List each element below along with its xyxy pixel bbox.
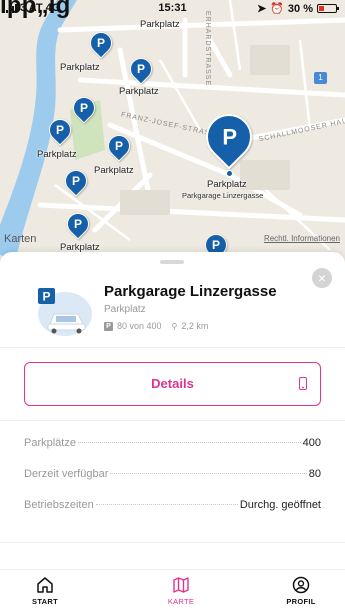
info-row-available: Derzeit verfügbar 80 [24, 468, 321, 482]
parking-garage-thumbnail: P [38, 288, 92, 336]
battery-percent: 30 % [287, 2, 313, 15]
phone-icon [299, 377, 307, 390]
marker-label: Parkplatz [37, 149, 77, 160]
divider [0, 542, 345, 543]
street-label: ERHARDSTRASSE [204, 10, 212, 87]
marker-label: Parkplatz [60, 62, 100, 73]
location-arrow-icon: ➤ [257, 3, 267, 15]
divider [0, 420, 345, 421]
info-value: 400 [302, 437, 321, 449]
tab-bar: START KARTE PROFIL [0, 569, 345, 616]
info-value: 80 [308, 468, 321, 480]
svg-text:P: P [42, 290, 50, 304]
tab-label: START [32, 597, 58, 606]
parking-spaces-icon: P [104, 321, 113, 331]
info-key: Parkplätze [24, 437, 76, 449]
selected-marker-label: Parkplatz [207, 179, 247, 190]
selected-location-dot [226, 170, 233, 177]
info-row-parking-spaces: Parkplätze 400 [24, 437, 321, 451]
road-number-sign: 1 [314, 72, 327, 84]
info-key: Betriebszeiten [24, 499, 94, 511]
parking-type: Parkplatz [104, 304, 146, 315]
sheet-handle[interactable] [160, 260, 184, 264]
details-button[interactable]: Details [24, 362, 321, 406]
parking-meta: P 80 von 400 ⚲ 2,2 km [104, 321, 208, 331]
info-row-opening-hours: Betriebszeiten Durchg. geöffnet [24, 499, 321, 513]
close-icon[interactable]: × [312, 268, 332, 288]
profile-icon [292, 576, 310, 594]
capacity-text: 80 von 400 [117, 321, 162, 331]
map-brand: Karten [4, 233, 37, 245]
location-pin-icon: ⚲ [171, 321, 178, 331]
distance-text: 2,2 km [181, 321, 209, 331]
alarm-icon: ⏰ [270, 3, 284, 15]
tab-label: KARTE [167, 597, 195, 606]
dotted-leader [110, 473, 307, 474]
selected-marker-sublabel: Parkgarage Linzergasse [182, 191, 264, 200]
marker-label: Parkplatz [94, 165, 134, 176]
details-button-label: Details [151, 376, 194, 391]
map-view[interactable]: 3 AT 4G 15:31 ➤ ⏰ 30 % ıpp„ıg FRANZ-JOSE… [0, 0, 345, 262]
tab-start[interactable]: START [15, 576, 75, 606]
info-key: Derzeit verfügbar [24, 468, 109, 480]
parking-title: Parkgarage Linzergasse [104, 283, 277, 300]
detail-sheet: × P Parkgarage Linzergasse Parkplatz P 8… [0, 252, 345, 570]
home-icon [37, 577, 53, 593]
battery-icon [317, 4, 339, 13]
legal-link[interactable]: Rechtl. Informationen [264, 234, 340, 243]
tab-label: PROFIL [286, 597, 316, 606]
dotted-leader [95, 504, 238, 505]
info-value: Durchg. geöffnet [239, 499, 321, 511]
dotted-leader [77, 442, 301, 443]
marker-label: Parkplatz [140, 19, 180, 30]
tab-karte[interactable]: KARTE [151, 576, 211, 606]
divider [0, 347, 345, 348]
tab-profil[interactable]: PROFIL [271, 576, 331, 606]
page-heading: ıpp„ıg [0, 0, 71, 19]
map-icon [173, 577, 189, 593]
marker-label: Parkplatz [119, 86, 159, 97]
